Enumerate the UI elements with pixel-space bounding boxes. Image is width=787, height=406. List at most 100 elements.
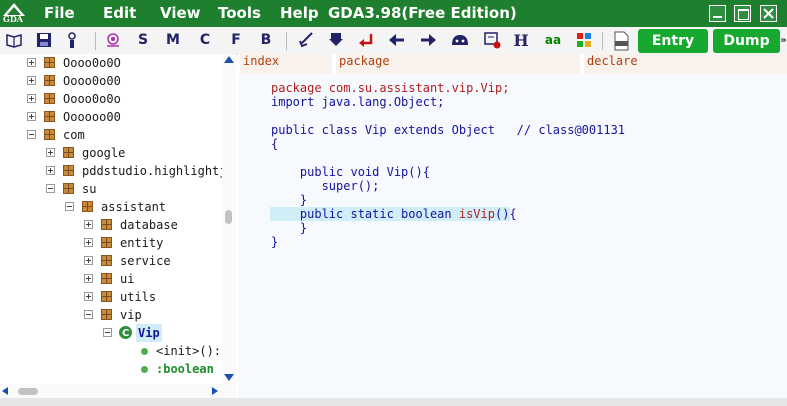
scroll-thumb[interactable] [18,388,38,395]
tree-item[interactable]: google [0,144,222,162]
tree-item[interactable]: Oooo0o0o [0,90,222,108]
collapse-minus-icon[interactable] [84,310,93,319]
tree-item[interactable]: assistant [0,198,222,216]
code-line: } [271,221,308,235]
collapse-minus-icon[interactable] [103,328,112,337]
logo-text: GDA [3,14,23,24]
download-icon [329,33,343,46]
goto-button[interactable] [356,31,376,50]
tree-item-label: Oooo0o0o [63,92,121,106]
tree-item[interactable]: :boolean [0,360,222,378]
return-arrow-icon [359,34,373,47]
code-line: public class Vip extends Object // class… [271,123,626,137]
tree-vertical-scrollbar[interactable] [222,54,236,384]
save-icon [37,33,51,47]
maximize-button[interactable] [734,5,751,22]
expand-plus-icon[interactable] [84,238,93,247]
methods-button[interactable]: M [164,31,182,50]
remove-button[interactable] [482,31,502,50]
menu-help[interactable]: Help [280,4,319,22]
expand-plus-icon[interactable] [84,220,93,229]
tree-item[interactable]: <init>(): [0,342,222,360]
menu-tools[interactable]: Tools [218,4,261,22]
tree-item-label: service [120,254,171,268]
classes-button[interactable]: C [196,31,214,50]
code-line: public void Vip(){ [271,165,430,179]
tree-item[interactable]: com [0,126,222,144]
tree-item[interactable]: su [0,180,222,198]
tree-item[interactable]: database [0,216,222,234]
hex-button[interactable]: H [512,31,530,50]
fields-button[interactable]: F [227,31,245,50]
expand-plus-icon[interactable] [27,112,36,121]
tree-item[interactable]: Oooooo00 [0,108,222,126]
expand-plus-icon[interactable] [46,166,55,175]
settings-button[interactable] [63,31,81,50]
menu-view[interactable]: View [160,4,201,22]
collapse-minus-icon[interactable] [46,184,55,193]
save-button[interactable] [35,31,53,50]
tree-item-label: database [120,218,178,232]
collapse-minus-icon[interactable] [65,202,74,211]
tree-item-label: ui [120,272,135,286]
minimize-button[interactable] [709,5,726,22]
entry-button[interactable]: Entry [638,29,708,53]
arrow-check-icon [299,32,313,48]
tree-item[interactable]: ui [0,270,222,288]
expand-plus-icon[interactable] [84,292,93,301]
download-button[interactable] [326,31,346,50]
code-view[interactable]: package com.su.assistant.vip.Vip; import… [238,74,787,400]
close-button[interactable] [760,5,777,22]
scroll-up-arrow-icon[interactable] [224,56,234,63]
scroll-left-arrow-icon[interactable] [2,387,8,395]
tree-item[interactable]: Oooo0o00 [0,72,222,90]
toolbar-overflow-icon[interactable]: » [780,31,787,50]
menu-edit[interactable]: Edit [103,4,136,22]
forward-button[interactable] [418,31,438,50]
tree-horizontal-scrollbar[interactable] [0,384,236,398]
bug-button[interactable] [103,31,123,50]
scroll-down-arrow-icon[interactable] [224,374,234,381]
tree-item-selected[interactable]: Vip [0,324,222,343]
text-search-button[interactable]: aa [542,31,564,50]
package-tree[interactable]: Oooo0o0O Oooo0o00 Oooo0o0o Oooooo00 com … [0,54,236,384]
tree-item-label: com [63,128,85,142]
code-line: } [271,193,308,207]
scroll-thumb[interactable] [225,210,232,224]
tree-item-label: assistant [101,200,167,214]
cross-ref-button[interactable] [297,31,317,50]
close-icon [763,8,774,19]
strings-button[interactable]: S [134,31,152,50]
maximize-icon [738,9,749,20]
expand-plus-icon[interactable] [27,58,36,67]
android-button[interactable] [449,31,471,50]
minimize-icon [713,16,722,18]
dump-button[interactable]: Dump [713,29,780,53]
package-icon [101,309,112,320]
open-book-button[interactable] [5,31,23,50]
expand-plus-icon[interactable] [27,94,36,103]
menu-file[interactable]: File [44,4,75,22]
expand-plus-icon[interactable] [84,274,93,283]
tab-declare[interactable]: declare [584,54,787,74]
tab-package[interactable]: package [336,54,580,74]
tree-item[interactable]: utils [0,288,222,306]
expand-plus-icon[interactable] [27,76,36,85]
collapse-minus-icon[interactable] [27,130,36,139]
expand-plus-icon[interactable] [46,148,55,157]
tree-item[interactable]: entity [0,234,222,252]
android-icon [452,35,468,45]
color-grid-button[interactable] [575,31,593,50]
tree-item[interactable]: pddstudio.highlightj [0,162,227,180]
bytecode-button[interactable]: B [257,31,275,50]
tree-item[interactable]: vip [0,306,222,324]
tree-item[interactable]: service [0,252,222,270]
color-grid-icon [577,33,591,47]
code-line: import java.lang.Object; [271,95,445,109]
expand-plus-icon[interactable] [84,256,93,265]
scroll-right-arrow-icon[interactable] [212,387,218,395]
back-button[interactable] [387,31,407,50]
tab-index[interactable]: index [240,54,332,74]
xml-button[interactable] [611,31,631,51]
tree-item[interactable]: Oooo0o0O [0,54,222,72]
